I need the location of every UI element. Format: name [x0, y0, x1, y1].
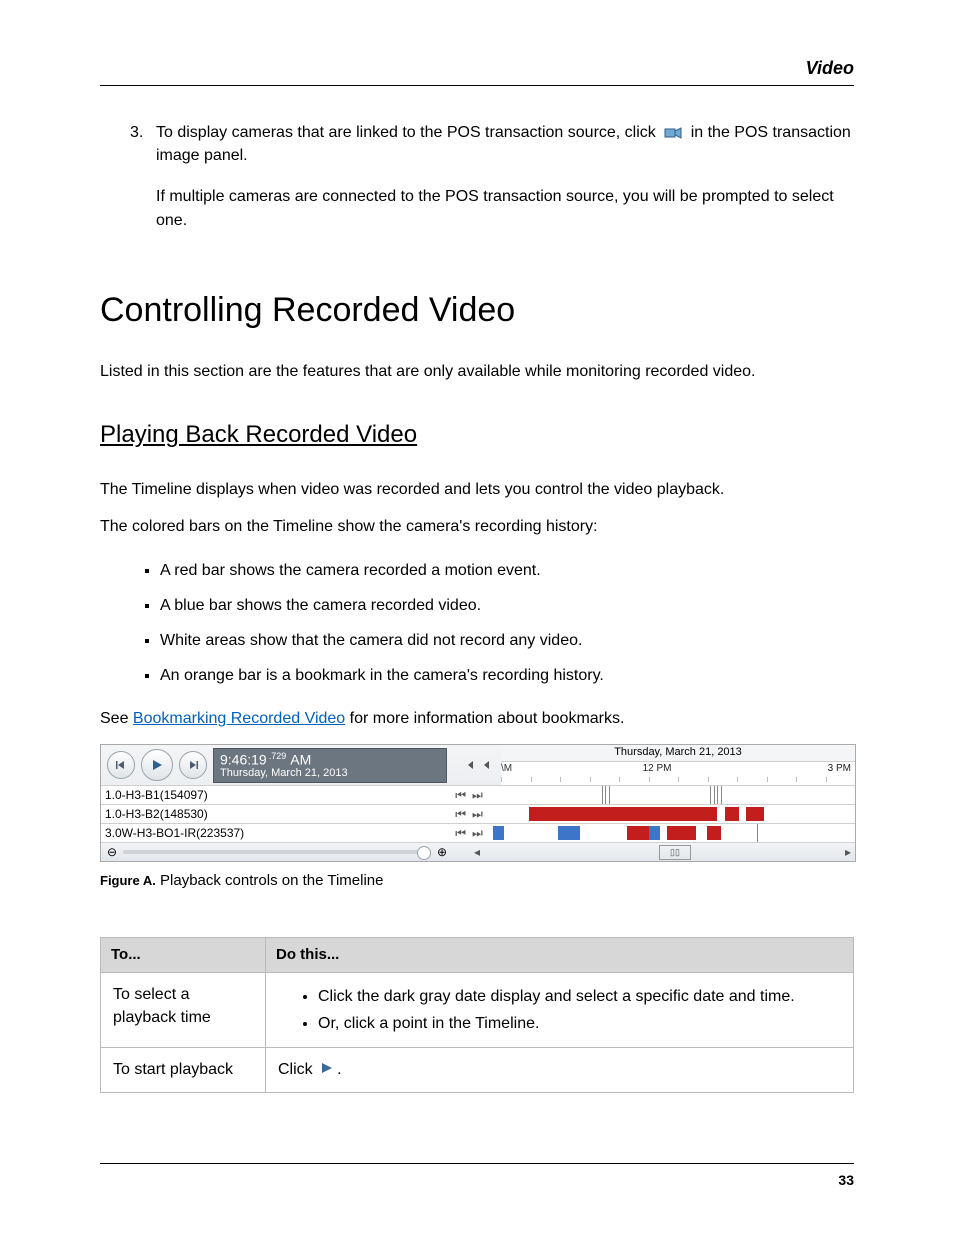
list-item: Click the dark gray date display and sel…: [318, 983, 841, 1010]
cam-nav[interactable]: ⏮⏭: [445, 805, 493, 823]
camera-row-3: 3.0W-H3-BO1-IR(223537) ⏮⏭: [101, 823, 855, 842]
timeline-date-header: Thursday, March 21, 2013: [501, 745, 855, 762]
timeline-scrollbar-thumb[interactable]: ▯▯: [659, 845, 691, 860]
timeline-ruler[interactable]: \M 12 PM 3 PM: [501, 762, 855, 785]
action-select-time: To select a playback time: [101, 972, 266, 1047]
playback-actions-table: To... Do this... To select a playback ti…: [100, 937, 854, 1092]
action-start-playback: To start playback: [101, 1048, 266, 1092]
camera-row-1: 1.0-H3-B1(154097) ⏮⏭: [101, 785, 855, 804]
list-item: An orange bar is a bookmark in the camer…: [160, 658, 854, 693]
step-number: 3.: [130, 121, 148, 246]
zoom-in-icon[interactable]: ⊕: [437, 844, 447, 861]
timeline-track[interactable]: [493, 824, 855, 842]
footer-rule: [100, 1163, 854, 1164]
timeline-paragraph: The Timeline displays when video was rec…: [100, 478, 854, 501]
table-row: To start playback Click .: [101, 1048, 854, 1092]
zoom-slider[interactable]: [123, 850, 431, 854]
ruler-nav-top[interactable]: [453, 745, 501, 785]
scroll-left[interactable]: ◂: [453, 844, 501, 861]
timeline-track[interactable]: [493, 805, 855, 823]
list-item: A blue bar shows the camera recorded vid…: [160, 588, 854, 623]
list-item: A red bar shows the camera recorded a mo…: [160, 553, 854, 588]
see-also: See Bookmarking Recorded Video for more …: [100, 707, 854, 730]
header-rule: [100, 85, 854, 86]
heading-playback: Playing Back Recorded Video: [100, 418, 854, 453]
table-row: To select a playback time Click the dark…: [101, 972, 854, 1047]
play-button[interactable]: [141, 749, 173, 781]
cam-nav[interactable]: ⏮⏭: [445, 824, 493, 842]
step-forward-button[interactable]: [179, 751, 207, 779]
timeline-track[interactable]: [493, 786, 855, 804]
timeline-figure: 9:46:19.729AM Thursday, March 21, 2013 T…: [100, 744, 854, 892]
camera-link-icon: [664, 126, 682, 140]
colored-bars-paragraph: The colored bars on the Timeline show th…: [100, 515, 854, 538]
col-to-header: To...: [101, 938, 266, 973]
step-text: To display cameras that are linked to th…: [156, 124, 656, 141]
camera-row-2: 1.0-H3-B2(148530) ⏮⏭: [101, 804, 855, 823]
list-item: Or, click a point in the Timeline.: [318, 1010, 841, 1037]
scroll-right[interactable]: ▸: [845, 844, 851, 861]
color-legend-list: A red bar shows the camera recorded a mo…: [100, 553, 854, 694]
cam-nav[interactable]: ⏮⏭: [445, 786, 493, 804]
bookmark-link[interactable]: Bookmarking Recorded Video: [133, 710, 345, 727]
page-number: 33: [100, 1170, 854, 1190]
figure-caption: Figure A. Playback controls on the Timel…: [100, 870, 854, 892]
step-followup: If multiple cameras are connected to the…: [156, 185, 854, 231]
date-time-display[interactable]: 9:46:19.729AM Thursday, March 21, 2013: [213, 748, 447, 783]
step-3: 3. To display cameras that are linked to…: [100, 121, 854, 246]
list-item: White areas show that the camera did not…: [160, 623, 854, 658]
zoom-out-icon[interactable]: ⊖: [107, 844, 117, 861]
heading-controlling: Controlling Recorded Video: [100, 286, 854, 335]
col-do-header: Do this...: [266, 938, 854, 973]
intro-paragraph: Listed in this section are the features …: [100, 360, 854, 383]
step-back-button[interactable]: [107, 751, 135, 779]
section-header: Video: [100, 55, 854, 81]
play-icon: [321, 1058, 333, 1081]
